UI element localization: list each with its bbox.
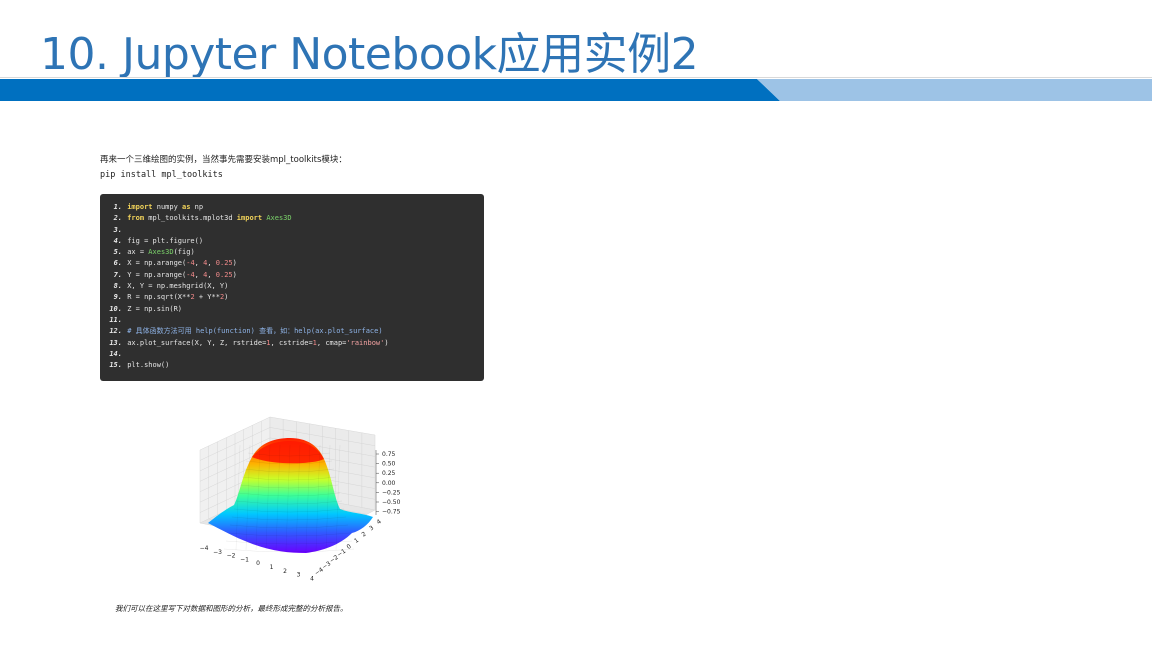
intro-text: 再来一个三维绘图的实例，当然事先需要安装mpl_toolkits模块：: [100, 155, 347, 165]
code-line: 9. R = np.sqrt(X**2 + Y**2): [100, 292, 484, 303]
code-token: ): [224, 293, 229, 302]
line-number: 13.: [109, 338, 122, 347]
code-token: numpy: [152, 203, 183, 211]
code-token: + Y**: [194, 293, 220, 302]
code-line: 8. X, Y = np.meshgrid(X, Y): [100, 281, 484, 292]
header-rule: [0, 77, 1152, 78]
x-tick-label: −3: [213, 549, 222, 556]
line-number: 2.: [113, 214, 122, 223]
code-token: plt.show(): [127, 361, 170, 370]
code-token: X = np.arange(: [127, 259, 187, 268]
code-token: 'rainbow': [346, 338, 385, 347]
code-line: 4. fig = plt.figure(): [100, 236, 484, 247]
header-band-light: [757, 79, 1152, 101]
z-tick-label: 0.75: [382, 451, 396, 458]
x-tick-label: 3: [297, 572, 301, 579]
code-token: Axes3D: [266, 214, 292, 223]
line-number: 4.: [113, 236, 122, 245]
code-token: ): [232, 270, 237, 279]
line-number: 11.: [109, 315, 122, 324]
code-line: 10. Z = np.sin(R): [100, 304, 484, 315]
code-line: 14.: [100, 349, 484, 360]
y-tick-label: 2: [361, 531, 368, 539]
code-token: mpl_toolkits.mplot3d: [144, 214, 237, 223]
code-token: import: [236, 214, 263, 223]
code-token: from: [127, 214, 145, 223]
code-token: ,: [194, 270, 204, 279]
line-number: 1.: [113, 203, 122, 211]
code-token: -4: [186, 270, 195, 279]
code-token: R = np.sqrt(X**: [127, 293, 191, 302]
y-tick-label: 1: [353, 537, 360, 545]
x-tick-label: 2: [283, 568, 287, 575]
y-tick-label: 3: [368, 524, 375, 532]
code-token: ,: [207, 259, 216, 268]
code-token: Axes3D: [148, 248, 174, 257]
code-token: ,: [207, 270, 216, 279]
code-token: fig = plt.figure(): [127, 236, 204, 245]
z-tick-label: 0.00: [382, 480, 396, 487]
code-line: 7. Y = np.arange(-4, 4, 0.25): [100, 270, 484, 281]
code-token: X, Y = np.meshgrid(X, Y): [127, 282, 229, 291]
code-line: 3.: [100, 225, 484, 236]
code-token: Z = np.sin(R): [127, 304, 183, 313]
line-number: 6.: [113, 259, 122, 268]
code-token: , cmap=: [316, 338, 347, 347]
code-token: ): [232, 259, 237, 268]
x-tick-label: 1: [270, 564, 274, 571]
code-line: 2. from mpl_toolkits.mplot3d import Axes…: [100, 213, 484, 224]
code-token: ,: [194, 259, 204, 268]
code-token: -4: [186, 259, 195, 268]
footer-note: 我们可以在这里写下对数据和图形的分析，最终形成完整的分析报告。: [115, 604, 348, 613]
code-line: 13. ax.plot_surface(X, Y, Z, rstride=1, …: [100, 338, 484, 349]
x-tick-label: −4: [200, 545, 209, 552]
code-line: 5. ax = Axes3D(fig): [100, 247, 484, 258]
code-token: ax =: [127, 248, 149, 257]
code-line: 12. # 具体函数方法可用 help(function) 查看，如：help(…: [100, 326, 484, 337]
z-tick-label: 0.50: [382, 461, 396, 468]
line-number: 8.: [113, 282, 122, 291]
line-number: 12.: [109, 327, 122, 336]
z-axis-ticks: 0.75 0.50 0.25 0.00 −0.25 −0.50 −0.75: [376, 451, 401, 516]
code-block: 1. import numpy as np 2. from mpl_toolkit…: [100, 194, 484, 381]
line-number: 10.: [109, 304, 122, 313]
code-token: import: [127, 203, 153, 211]
code-token: 0.25: [215, 259, 233, 268]
code-line: 15. plt.show(): [100, 360, 484, 371]
line-number: 15.: [109, 361, 122, 370]
x-tick-label: 4: [310, 575, 314, 582]
line-number: 9.: [113, 293, 122, 302]
y-tick-label: −1: [336, 548, 347, 559]
line-number: 7.: [113, 270, 122, 279]
z-tick-label: −0.25: [382, 489, 401, 496]
x-tick-label: −2: [227, 553, 236, 560]
z-tick-label: 0.25: [382, 470, 396, 477]
code-token: np: [190, 203, 204, 211]
z-tick-label: −0.75: [382, 509, 401, 516]
header-band-dark: [0, 79, 780, 101]
x-tick-label: −1: [240, 556, 249, 563]
z-tick-label: −0.50: [382, 499, 401, 506]
code-line: 1. import numpy as np: [100, 202, 484, 213]
line-number: 14.: [109, 349, 122, 358]
code-token: Y = np.arange(: [127, 270, 187, 279]
slide-title: 10. Jupyter Notebook应用实例2: [40, 29, 699, 80]
y-tick-label: 4: [376, 518, 383, 526]
code-token: , cstride=: [270, 338, 313, 347]
code-token: # 具体函数方法可用 help(function) 查看，如：help(ax.p…: [127, 327, 383, 336]
code-token: ): [384, 338, 389, 347]
code-token: ax.plot_surface(X, Y, Z, rstride=: [127, 338, 267, 347]
surface-plot: 0.75 0.50 0.25 0.00 −0.25 −0.50 −0.75 −4 −3 −2 −1…: [190, 405, 430, 585]
line-number: 3.: [113, 225, 122, 234]
x-tick-label: 0: [256, 560, 260, 567]
code-token: 0.25: [215, 270, 233, 279]
surface-plot-svg: 0.75 0.50 0.25 0.00 −0.25 −0.50 −0.75 −4 −3 −2 −1…: [199, 416, 401, 582]
pip-command: pip install mpl_toolkits: [100, 170, 223, 180]
line-number: 5.: [113, 248, 122, 257]
code-line: 11.: [100, 315, 484, 326]
code-line: 6. X = np.arange(-4, 4, 0.25): [100, 258, 484, 269]
code-token: (fig): [173, 248, 195, 257]
